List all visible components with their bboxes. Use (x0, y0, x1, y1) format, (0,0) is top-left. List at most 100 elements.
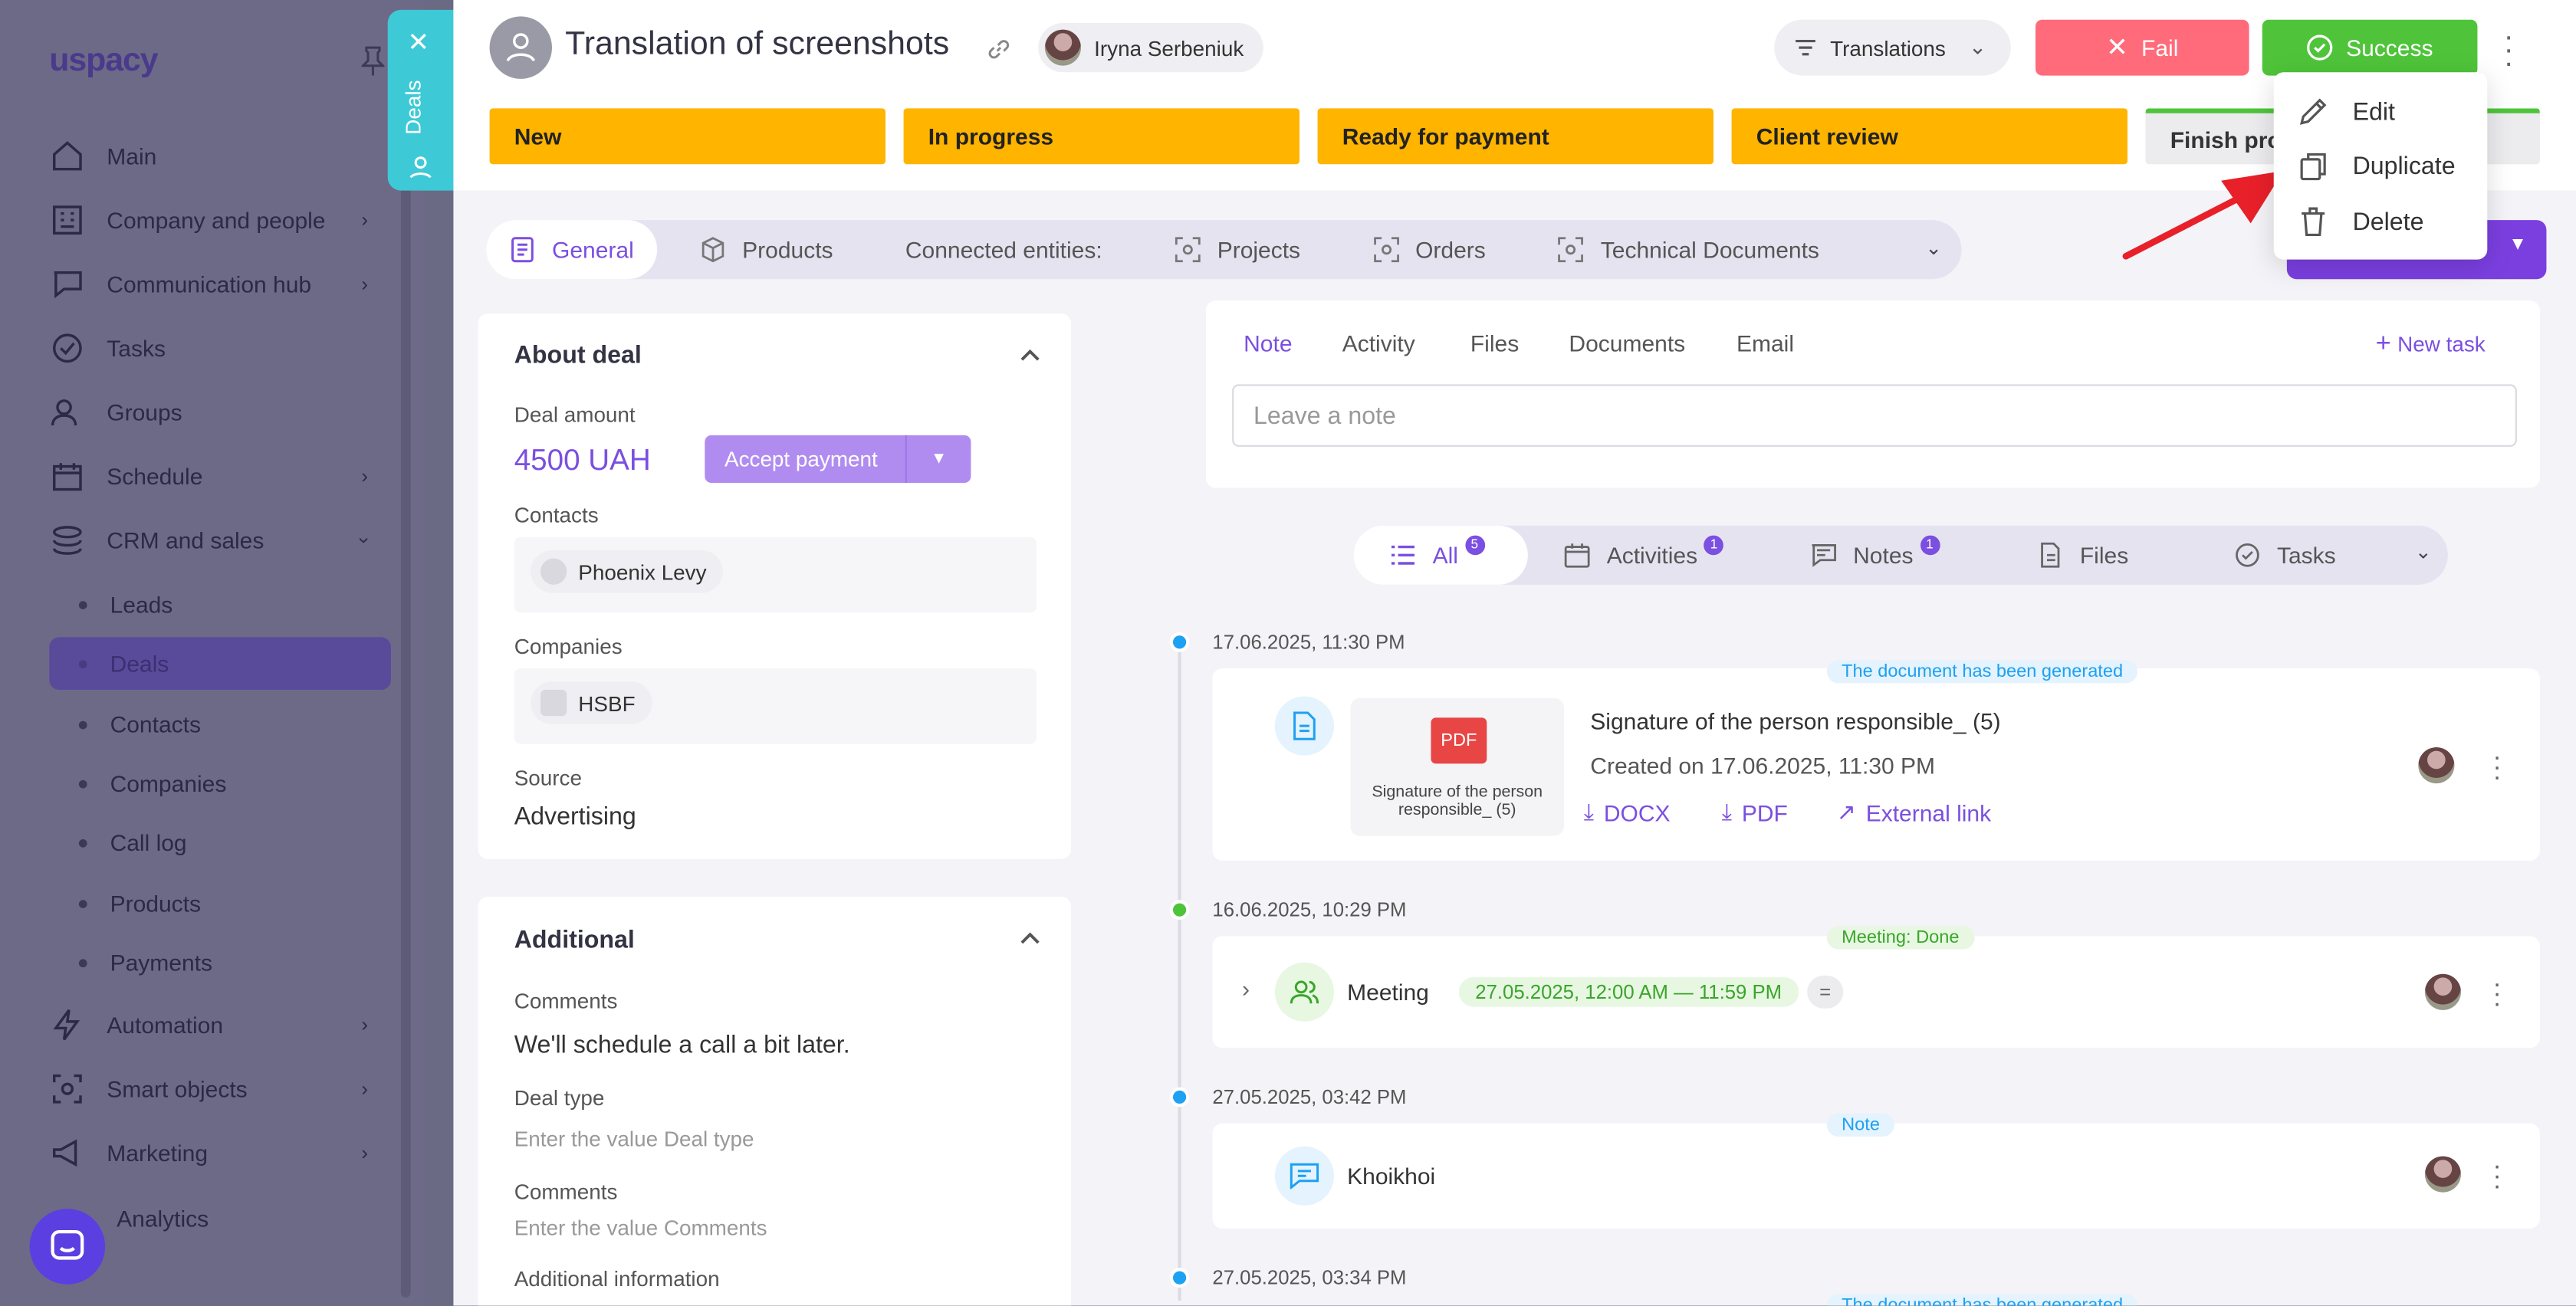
menu-item-edit[interactable]: Edit (2274, 85, 2488, 138)
sidebar-item-label: Analytics (117, 1205, 209, 1232)
megaphone-icon (49, 1135, 85, 1171)
tab-orders[interactable]: Orders (1349, 220, 1508, 279)
close-icon: ✕ (2106, 34, 2128, 63)
chevron-down-icon[interactable]: ⌄ (2415, 540, 2432, 563)
sidebar-subitem-leads[interactable]: Leads (79, 579, 173, 628)
contact-name: Phoenix Levy (578, 559, 707, 584)
sidebar-subitem-deals[interactable]: Deals (49, 637, 391, 690)
chevron-up-icon[interactable] (1019, 343, 1042, 366)
filter-notes[interactable]: Notes 1 (1810, 526, 1940, 585)
filter-label: All (1432, 542, 1458, 569)
chevron-down-icon: ⌄ (1968, 34, 1987, 60)
deal-type-label: Deal type (514, 1085, 605, 1111)
users-icon (1274, 962, 1334, 1022)
filter-all[interactable]: All 5 (1353, 525, 1528, 585)
new-task-button[interactable]: + New task (2376, 330, 2486, 360)
pipeline-select[interactable]: Translations ⌄ (1774, 19, 2011, 76)
app-root: uspacy Main Company and people › Communi… (0, 0, 2576, 1306)
sidebar-item-label: CRM and sales (107, 527, 264, 554)
item-more-button[interactable]: · · · (2491, 1153, 2504, 1199)
stage-ready-for-payment[interactable]: Ready for payment (1317, 108, 1714, 165)
note-input[interactable]: Leave a note (1232, 384, 2517, 447)
filter-activities[interactable]: Activities 1 (1564, 526, 1724, 585)
tab-documents[interactable]: Documents (1569, 330, 1685, 356)
trash-icon (2302, 207, 2325, 237)
filter-files[interactable]: Files (2037, 526, 2128, 585)
file-caption: Signature of the person responsible_ (5) (1372, 783, 1543, 820)
menu-item-delete[interactable]: Delete (2274, 195, 2488, 248)
sidebar-item-crm-and-sales[interactable]: CRM and sales › (49, 513, 378, 569)
item-more-button[interactable]: · · · (2491, 745, 2504, 791)
external-link[interactable]: ↗ External link (1837, 798, 1991, 825)
sidebar-subitem-contacts[interactable]: Contacts (79, 700, 201, 749)
sidebar-subitem-call-log[interactable]: Call log (79, 818, 187, 867)
sidebar-item-tasks[interactable]: Tasks (49, 320, 166, 376)
plus-icon: + (2375, 330, 2391, 359)
fail-button[interactable]: ✕ Fail (2036, 19, 2249, 76)
connected-entities-label: Connected entities: (882, 220, 1125, 279)
docx-link[interactable]: ⤓ DOCX (1584, 798, 1671, 825)
sidebar-item-company-and-people[interactable]: Company and people › (49, 192, 378, 248)
link-icon[interactable] (986, 36, 1012, 62)
deal-icon (409, 156, 432, 179)
comments2-field[interactable]: Enter the value Comments (514, 1216, 767, 1240)
companies-field[interactable]: HSBF (514, 668, 1037, 744)
scan-icon (49, 1071, 85, 1107)
filter-label: Notes (1853, 542, 1914, 569)
caret-down-icon[interactable]: ▼ (905, 435, 971, 483)
tab-email[interactable]: Email (1737, 330, 1794, 356)
menu-item-label: Edit (2352, 97, 2395, 126)
stage-new[interactable]: New (489, 108, 886, 165)
contact-chip[interactable]: Phoenix Levy (531, 550, 723, 593)
caret-down-icon[interactable]: ▼ (2509, 235, 2526, 254)
tab-products[interactable]: Products (676, 220, 856, 279)
sidebar-item-smart-objects[interactable]: Smart objects › (49, 1061, 378, 1117)
sidebar-scrollbar[interactable] (400, 82, 411, 1298)
check-circle-icon (2307, 34, 2333, 61)
chat-icon (51, 1229, 84, 1260)
tab-technical-documents[interactable]: Technical Documents (1535, 220, 1842, 279)
tab-note[interactable]: Note (1244, 330, 1292, 356)
copy-icon (2300, 153, 2326, 181)
sidebar-item-marketing[interactable]: Marketing › (49, 1125, 378, 1181)
deal-type-field[interactable]: Enter the value Deal type (514, 1127, 754, 1151)
scan-icon (1175, 237, 1201, 263)
chevron-down-icon[interactable]: ⌄ (1925, 237, 1942, 260)
menu-item-duplicate[interactable]: Duplicate (2274, 139, 2488, 192)
deals-side-tab[interactable]: ✕ Deals (387, 9, 454, 191)
comments-value[interactable]: We'll schedule a call a bit later. (514, 1032, 850, 1059)
success-button[interactable]: Success (2262, 19, 2478, 76)
pin-icon[interactable] (361, 46, 385, 76)
tab-activity[interactable]: Activity (1342, 330, 1415, 356)
accept-payment-button[interactable]: Accept payment ▼ (705, 435, 971, 483)
support-chat-button[interactable] (29, 1209, 106, 1285)
sidebar-item-main[interactable]: Main (49, 128, 156, 184)
sidebar-subitem-products[interactable]: Products (79, 878, 201, 927)
responsible-user-chip[interactable]: Iryna Serbeniuk (1038, 23, 1263, 73)
stage-in-progress[interactable]: In progress (903, 108, 1300, 165)
stage-client-review[interactable]: Client review (1731, 108, 2128, 165)
file-preview[interactable]: PDF Signature of the person responsible_… (1350, 697, 1564, 836)
item-more-button[interactable]: · · · (2491, 971, 2504, 1017)
tab-general[interactable]: General (486, 220, 657, 280)
sidebar-item-communication-hub[interactable]: Communication hub › (49, 256, 378, 312)
sidebar-item-label: Communication hub (107, 271, 312, 297)
pdf-link[interactable]: ⤓ PDF (1722, 798, 1788, 825)
sidebar-item-automation[interactable]: Automation › (49, 997, 378, 1053)
chevron-up-icon[interactable] (1019, 927, 1042, 950)
more-menu-button[interactable]: · · · (2500, 21, 2516, 77)
tab-files[interactable]: Files (1470, 330, 1519, 356)
logo: uspacy (49, 42, 158, 79)
close-icon[interactable]: ✕ (407, 26, 429, 59)
sidebar-subitem-companies[interactable]: Companies (79, 759, 227, 808)
contacts-field[interactable]: Phoenix Levy (514, 537, 1037, 613)
sidebar-item-schedule[interactable]: Schedule › (49, 448, 378, 504)
tab-projects[interactable]: Projects (1152, 220, 1323, 279)
chevron-right-icon[interactable]: › (1242, 976, 1250, 1002)
company-chip[interactable]: HSBF (531, 681, 652, 724)
sidebar: uspacy Main Company and people › Communi… (0, 0, 424, 1306)
sidebar-item-groups[interactable]: Groups (49, 384, 182, 440)
filter-tasks[interactable]: Tasks (2234, 526, 2336, 585)
timeline-dot (1169, 632, 1190, 652)
sidebar-subitem-payments[interactable]: Payments (79, 938, 212, 987)
